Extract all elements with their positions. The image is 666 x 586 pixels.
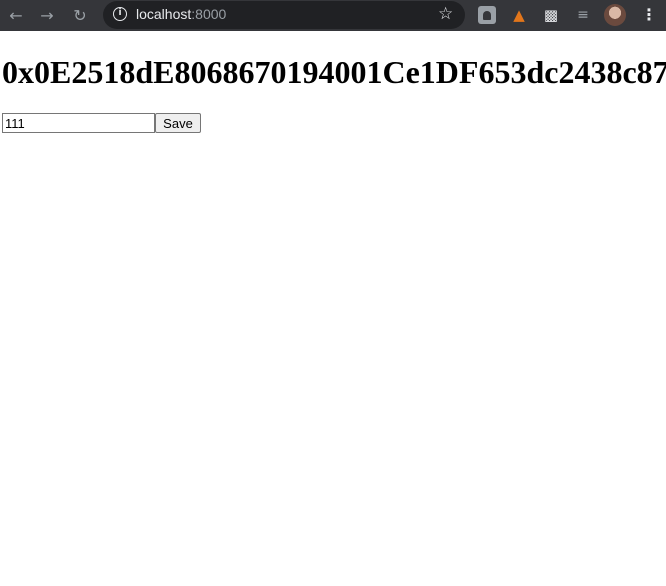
metamask-fox-icon[interactable]: ▲ xyxy=(510,6,528,24)
reload-icon[interactable]: ↻ xyxy=(70,5,90,25)
value-input[interactable] xyxy=(2,113,155,133)
save-button[interactable]: Save xyxy=(155,113,201,133)
star-icon[interactable]: ☆ xyxy=(438,4,453,24)
media-control-icon[interactable]: ≡ xyxy=(574,6,592,24)
ghost-extension-icon[interactable] xyxy=(478,6,496,24)
page-title: 0x0E2518dE8068670194001Ce1DF653dc2438c87 xyxy=(2,54,666,90)
browser-toolbar: ← → ↻ i localhost:8000 ☆ ▲ ▩ ≡ ⋮ xyxy=(0,0,666,31)
kebab-menu-icon[interactable]: ⋮ xyxy=(641,5,657,24)
url-host: localhost xyxy=(136,6,192,22)
url-port: :8000 xyxy=(191,6,227,22)
address-bar[interactable]: i localhost:8000 ☆ xyxy=(103,1,465,29)
forward-arrow-icon[interactable]: → xyxy=(37,5,57,25)
page-content: 0x0E2518dE8068670194001Ce1DF653dc2438c87… xyxy=(0,31,666,586)
puzzle-extensions-icon[interactable]: ▩ xyxy=(542,6,560,24)
back-arrow-icon[interactable]: ← xyxy=(6,5,26,25)
avatar[interactable] xyxy=(604,4,626,26)
info-icon[interactable]: i xyxy=(113,7,127,21)
url-text[interactable]: localhost:8000 xyxy=(136,6,226,22)
